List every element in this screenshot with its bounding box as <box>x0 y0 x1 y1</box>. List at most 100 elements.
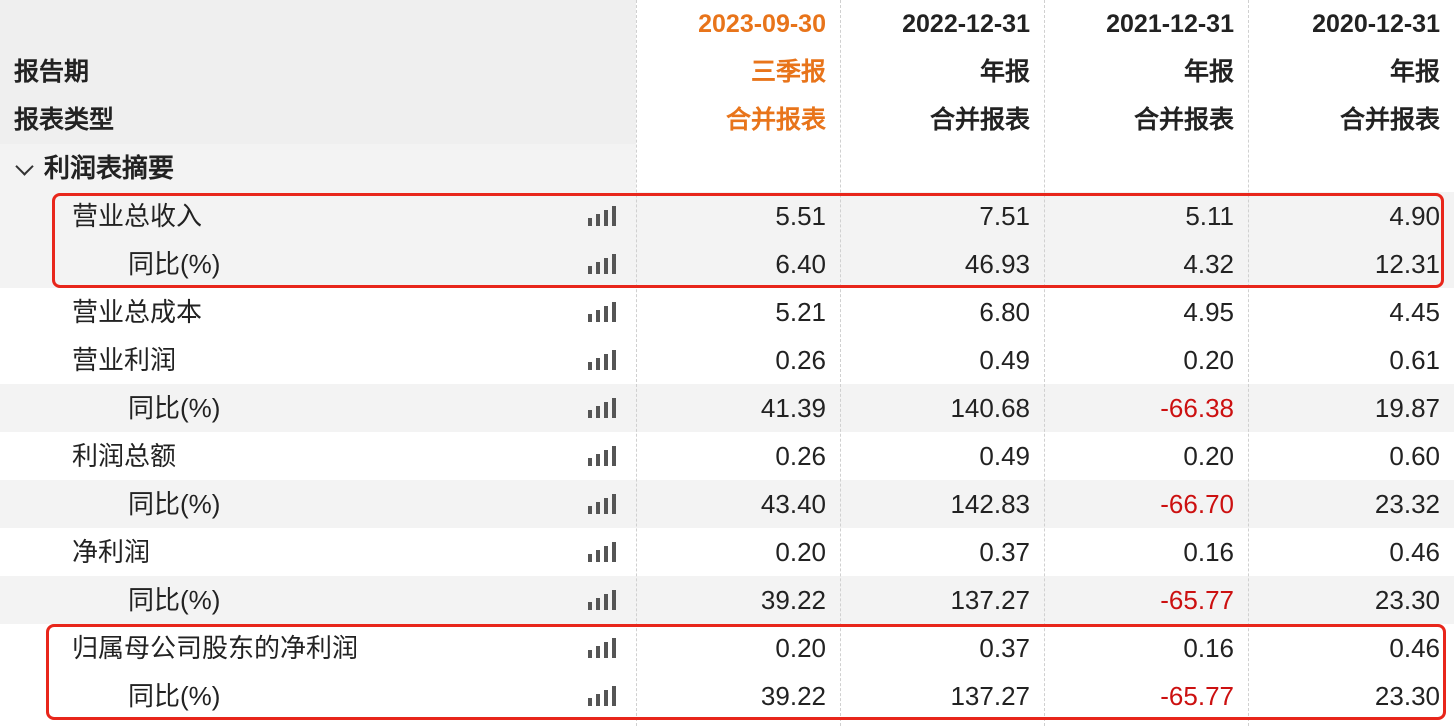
table-row: 同比(%) 6.40 46.93 4.32 12.31 <box>0 240 1454 288</box>
bar-chart-icon[interactable] <box>588 350 616 370</box>
bar-chart-icon[interactable] <box>588 542 616 562</box>
income-statement-table: 2023-09-30 2022-12-31 2021-12-31 2020-12… <box>0 0 1454 726</box>
value-cell: 6.80 <box>979 297 1030 327</box>
value-cell: 0.26 <box>775 345 826 375</box>
value-cell: 19.87 <box>1374 393 1440 423</box>
period-report-0: 三季报 <box>750 58 826 86</box>
table-row: 利润总额 0.26 0.49 0.20 0.60 <box>0 432 1454 480</box>
column-divider <box>840 0 841 726</box>
period-type-1: 合并报表 <box>929 106 1030 134</box>
table-row: 营业总成本 5.21 6.80 4.95 4.45 <box>0 288 1454 336</box>
bar-chart-icon[interactable] <box>588 446 616 466</box>
table-row: 营业利润 0.26 0.49 0.20 0.61 <box>0 336 1454 384</box>
bar-chart-icon[interactable] <box>588 590 616 610</box>
bar-chart-icon[interactable] <box>588 254 616 274</box>
value-cell: 0.46 <box>1389 537 1440 567</box>
value-cell: 4.95 <box>1183 297 1234 327</box>
value-cell: 0.46 <box>1389 633 1440 663</box>
row-label: 同比(%) <box>128 393 221 423</box>
period-date-1[interactable]: 2022-12-31 <box>840 0 1044 48</box>
value-cell: 5.51 <box>775 201 826 231</box>
row-label: 利润总额 <box>72 441 177 471</box>
period-type-0: 合并报表 <box>725 106 826 134</box>
header-type-row: 报表类型 合并报表 合并报表 合并报表 合并报表 <box>0 96 1454 144</box>
value-cell: -65.77 <box>1160 585 1234 615</box>
row-label: 营业总成本 <box>72 297 203 327</box>
value-cell: 6.40 <box>775 249 826 279</box>
header-date-row: 2023-09-30 2022-12-31 2021-12-31 2020-12… <box>0 0 1454 48</box>
row-label: 同比(%) <box>128 681 221 711</box>
bar-chart-icon[interactable] <box>588 398 616 418</box>
value-cell: 0.49 <box>979 441 1030 471</box>
table-row: 营业总收入 5.51 7.51 5.11 4.90 <box>0 192 1454 240</box>
value-cell: 7.51 <box>979 201 1030 231</box>
value-cell: 140.68 <box>950 393 1030 423</box>
value-cell: 137.27 <box>950 681 1030 711</box>
value-cell: 46.93 <box>964 249 1030 279</box>
row-label: 同比(%) <box>128 249 221 279</box>
report-type-label: 报表类型 <box>14 106 115 134</box>
chevron-down-icon[interactable] <box>15 157 34 176</box>
table-row: 归属母公司股东的净利润 0.20 0.37 0.16 0.46 <box>0 624 1454 672</box>
table-row: 净利润 0.20 0.37 0.16 0.46 <box>0 528 1454 576</box>
bar-chart-icon[interactable] <box>588 686 616 706</box>
section-title: 利润表摘要 <box>44 153 175 183</box>
value-cell: 137.27 <box>950 585 1030 615</box>
period-date-0[interactable]: 2023-09-30 <box>636 0 840 48</box>
value-cell: 39.22 <box>760 585 826 615</box>
row-label: 同比(%) <box>128 585 221 615</box>
table-row: 同比(%) 39.22 137.27 -65.77 23.30 <box>0 672 1454 720</box>
column-divider <box>636 0 637 726</box>
value-cell: 0.16 <box>1183 633 1234 663</box>
value-cell: 0.20 <box>1183 441 1234 471</box>
bar-chart-icon[interactable] <box>588 494 616 514</box>
bar-chart-icon[interactable] <box>588 302 616 322</box>
value-cell: 4.32 <box>1183 249 1234 279</box>
data-rows: 营业总收入 5.51 7.51 5.11 4.90 同比(%) 6.40 46.93 4.32 1… <box>0 192 1454 720</box>
table-row: 同比(%) 39.22 137.27 -65.77 23.30 <box>0 576 1454 624</box>
value-cell: 0.26 <box>775 441 826 471</box>
value-cell: 12.31 <box>1374 249 1440 279</box>
table-row: 同比(%) 43.40 142.83 -66.70 23.32 <box>0 480 1454 528</box>
value-cell: 0.37 <box>979 537 1030 567</box>
bar-chart-icon[interactable] <box>588 206 616 226</box>
period-type-2: 合并报表 <box>1133 106 1234 134</box>
value-cell: 4.90 <box>1389 201 1440 231</box>
value-cell: 142.83 <box>950 489 1030 519</box>
section-toggle[interactable]: 利润表摘要 <box>0 144 1454 192</box>
value-cell: 0.60 <box>1389 441 1440 471</box>
period-report-1: 年报 <box>979 58 1030 86</box>
value-cell: 0.20 <box>775 633 826 663</box>
period-report-2: 年报 <box>1183 58 1234 86</box>
period-report-3: 年报 <box>1389 58 1440 86</box>
row-label: 营业利润 <box>72 345 177 375</box>
value-cell: 0.37 <box>979 633 1030 663</box>
value-cell: 0.20 <box>775 537 826 567</box>
value-cell: 5.11 <box>1185 201 1234 231</box>
value-cell: -65.77 <box>1160 681 1234 711</box>
report-period-label: 报告期 <box>14 58 90 86</box>
value-cell: -66.70 <box>1160 489 1234 519</box>
period-date-3[interactable]: 2020-12-31 <box>1248 0 1454 48</box>
value-cell: 39.22 <box>760 681 826 711</box>
value-cell: 23.32 <box>1374 489 1440 519</box>
row-label: 同比(%) <box>128 489 221 519</box>
value-cell: 5.21 <box>775 297 826 327</box>
row-label: 归属母公司股东的净利润 <box>72 633 359 663</box>
value-cell: 0.49 <box>979 345 1030 375</box>
value-cell: 23.30 <box>1374 585 1440 615</box>
value-cell: 4.45 <box>1389 297 1440 327</box>
value-cell: 0.61 <box>1389 345 1440 375</box>
period-type-3: 合并报表 <box>1339 106 1440 134</box>
header-report-row: 报告期 三季报 年报 年报 年报 <box>0 48 1454 96</box>
value-cell: 23.30 <box>1374 681 1440 711</box>
bar-chart-icon[interactable] <box>588 638 616 658</box>
row-label: 净利润 <box>72 537 151 567</box>
value-cell: 0.20 <box>1183 345 1234 375</box>
value-cell: -66.38 <box>1160 393 1234 423</box>
value-cell: 43.40 <box>760 489 826 519</box>
period-date-2[interactable]: 2021-12-31 <box>1044 0 1248 48</box>
column-divider <box>1044 0 1045 726</box>
table-row: 同比(%) 41.39 140.68 -66.38 19.87 <box>0 384 1454 432</box>
value-cell: 41.39 <box>760 393 826 423</box>
